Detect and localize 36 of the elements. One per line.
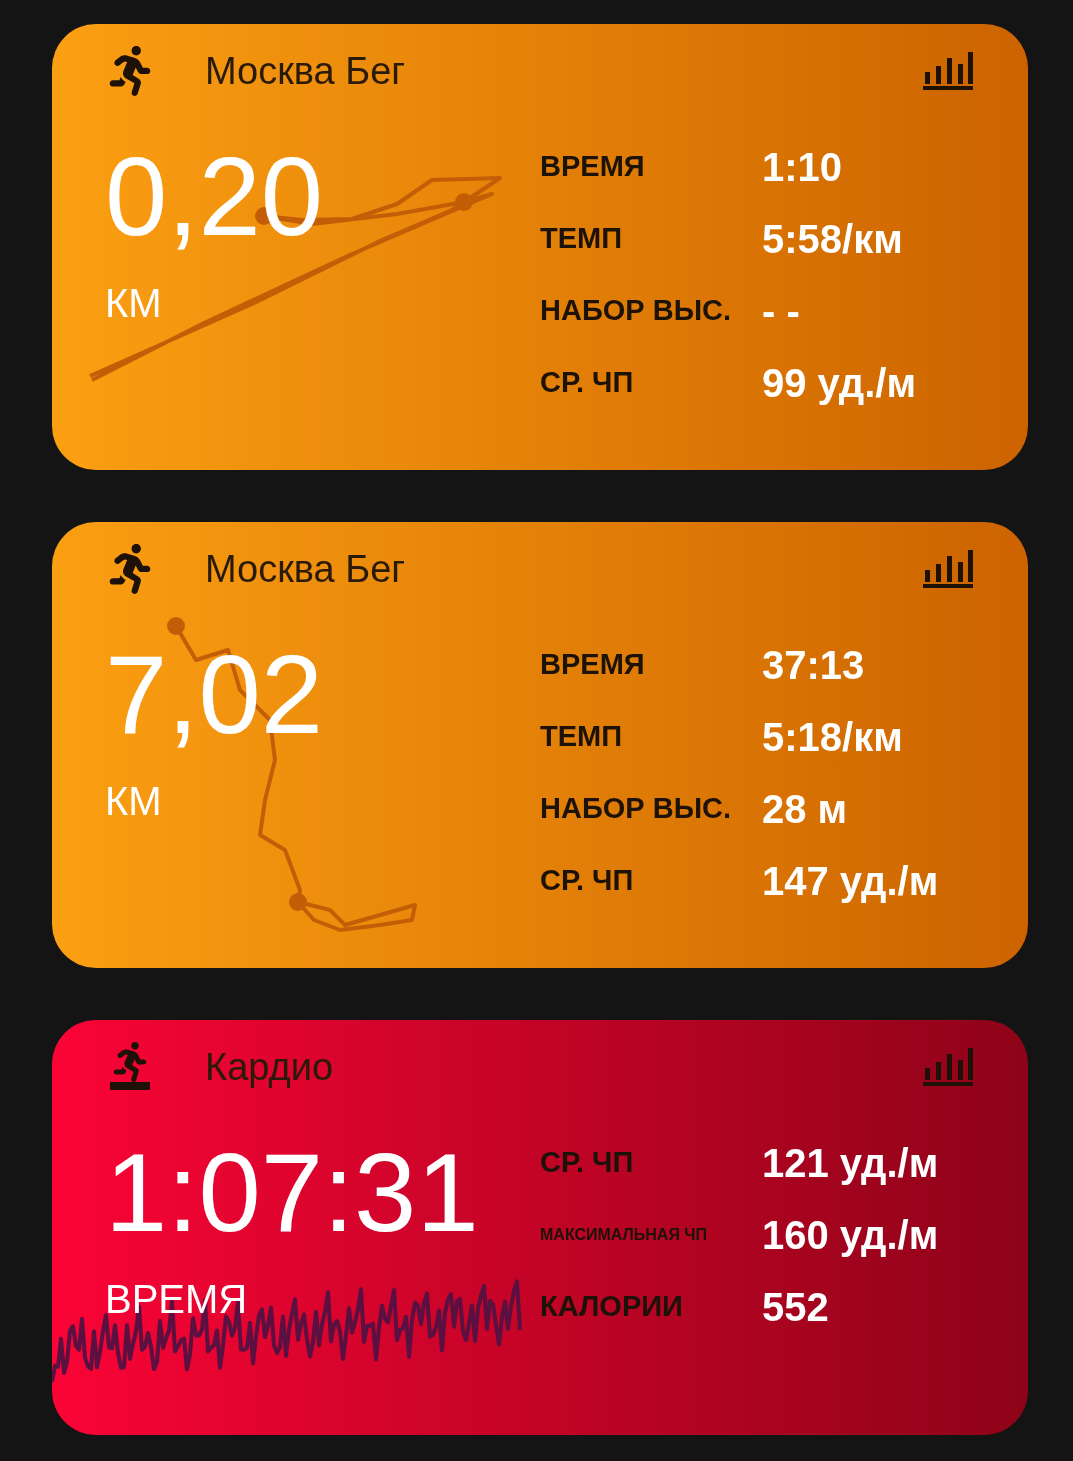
stat-value: - - [762, 291, 800, 331]
stat-label: ТЕМП [540, 719, 624, 755]
stat-value: 5:58/км [762, 219, 903, 259]
main-unit: ВРЕМЯ [105, 1279, 248, 1319]
stat-label: СР. ЧП [540, 365, 635, 401]
bar-chart-icon[interactable] [921, 50, 975, 92]
stat-label: ТЕМП [540, 221, 624, 257]
stat-label: МАКСИМАЛЬНАЯ ЧП [540, 1225, 709, 1245]
stat-label: ВРЕМЯ [540, 647, 646, 683]
main-value: 7,02 [105, 639, 323, 751]
stat-label: НАБОР ВЫС. [540, 293, 733, 329]
workout-title: Кардио [205, 1048, 334, 1086]
stat-value: 28 м [762, 789, 848, 829]
stat-label: НАБОР ВЫС. [540, 791, 733, 827]
workout-title: Москва Бег [205, 550, 406, 588]
main-unit: КМ [105, 283, 162, 323]
workout-card[interactable]: Москва Бег 0,20 КМ ВРЕМЯ 1:10 ТЕМП 5:58/км НАБОР ВЫС. - - СР. ЧП 99 уд./м [52, 24, 1028, 470]
stat-value: 552 [762, 1287, 829, 1327]
bar-chart-icon[interactable] [921, 548, 975, 590]
main-unit: КМ [105, 781, 162, 821]
stat-label: СР. ЧП [540, 1145, 635, 1181]
stat-value: 121 уд./м [762, 1143, 939, 1183]
stat-value: 99 уд./м [762, 363, 917, 403]
stat-label: ВРЕМЯ [540, 149, 646, 185]
stat-value: 1:10 [762, 147, 843, 187]
workout-card[interactable]: Москва Бег 7,02 КМ ВРЕМЯ 37:13 ТЕМП 5:18/км НАБОР ВЫС. 28 м СР. ЧП 147 уд./м [52, 522, 1028, 968]
stat-value: 5:18/км [762, 717, 903, 757]
main-value: 0,20 [105, 141, 323, 253]
stat-label: КАЛОРИИ [540, 1289, 684, 1325]
main-value: 1:07:31 [105, 1137, 479, 1249]
stat-value: 160 уд./м [762, 1215, 939, 1255]
stat-value: 147 уд./м [762, 861, 939, 901]
workout-card[interactable]: Кардио 1:07:31 ВРЕМЯ СР. ЧП 121 уд./м МАКСИМАЛЬНАЯ ЧП 160 уд./м КАЛОРИИ 552 [52, 1020, 1028, 1435]
stat-value: 37:13 [762, 645, 865, 685]
stat-label: СР. ЧП [540, 863, 635, 899]
workout-title: Москва Бег [205, 52, 406, 90]
